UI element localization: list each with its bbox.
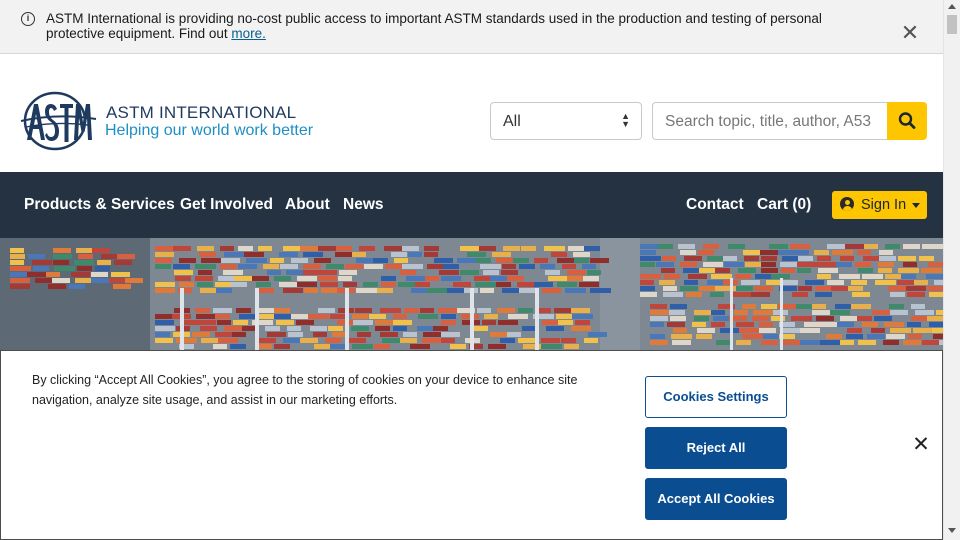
search-icon <box>898 112 916 129</box>
info-icon: i <box>21 12 35 26</box>
cookie-text: By clicking “Accept All Cookies”, you ag… <box>32 373 578 407</box>
site-header: ASTM INTERNATIONAL Helping our world wor… <box>0 54 943 172</box>
nav-contact[interactable]: Contact <box>686 196 744 214</box>
cookies-settings-button[interactable]: Cookies Settings <box>645 376 787 418</box>
hero-port-containers-image <box>0 238 943 350</box>
scroll-down-icon[interactable] <box>948 528 956 533</box>
notice-banner: i ASTM International is providing no-cos… <box>0 0 943 54</box>
search-scope-value: All <box>503 113 521 130</box>
notice-text: ASTM International is providing no-cost … <box>46 11 822 41</box>
nav-about[interactable]: About <box>285 196 330 214</box>
brand-name: ASTM INTERNATIONAL <box>106 103 297 122</box>
notice-message: ASTM International is providing no-cost … <box>46 11 866 41</box>
sign-in-label: Sign In <box>861 197 907 213</box>
notice-more-link[interactable]: more. <box>231 26 266 41</box>
brand-tagline: Helping our world work better <box>105 122 314 139</box>
page-scrollbar[interactable] <box>943 0 960 540</box>
search-scope-select[interactable]: All ▲ ▼ <box>490 102 642 140</box>
search-placeholder: Search topic, title, author, A53 <box>665 113 871 130</box>
nav-news[interactable]: News <box>343 196 384 214</box>
main-nav: Products & Services Get Involved About N… <box>0 172 943 238</box>
reject-all-button[interactable]: Reject All <box>645 427 787 469</box>
cookie-banner: By clicking “Accept All Cookies”, you ag… <box>0 350 943 540</box>
scroll-thumb[interactable] <box>947 15 957 34</box>
search-button[interactable] <box>887 102 927 140</box>
accept-all-cookies-button[interactable]: Accept All Cookies <box>645 478 787 520</box>
astm-logo[interactable] <box>18 90 98 152</box>
nav-cart[interactable]: Cart (0) <box>757 196 811 214</box>
nav-products-services[interactable]: Products & Services <box>24 196 175 214</box>
hero-image <box>0 238 943 350</box>
notice-close-icon[interactable]: ✕ <box>900 23 920 45</box>
sign-in-button[interactable]: Sign In <box>832 191 927 219</box>
caret-down-icon <box>912 203 920 208</box>
scroll-up-icon[interactable] <box>948 4 956 9</box>
nav-get-involved[interactable]: Get Involved <box>180 196 273 214</box>
user-circle-icon <box>840 197 854 211</box>
cookie-close-icon[interactable]: ✕ <box>911 434 931 455</box>
select-arrows-icon: ▲ ▼ <box>621 111 630 129</box>
page: i ASTM International is providing no-cos… <box>0 0 960 540</box>
search-input[interactable]: Search topic, title, author, A53 <box>652 102 888 140</box>
